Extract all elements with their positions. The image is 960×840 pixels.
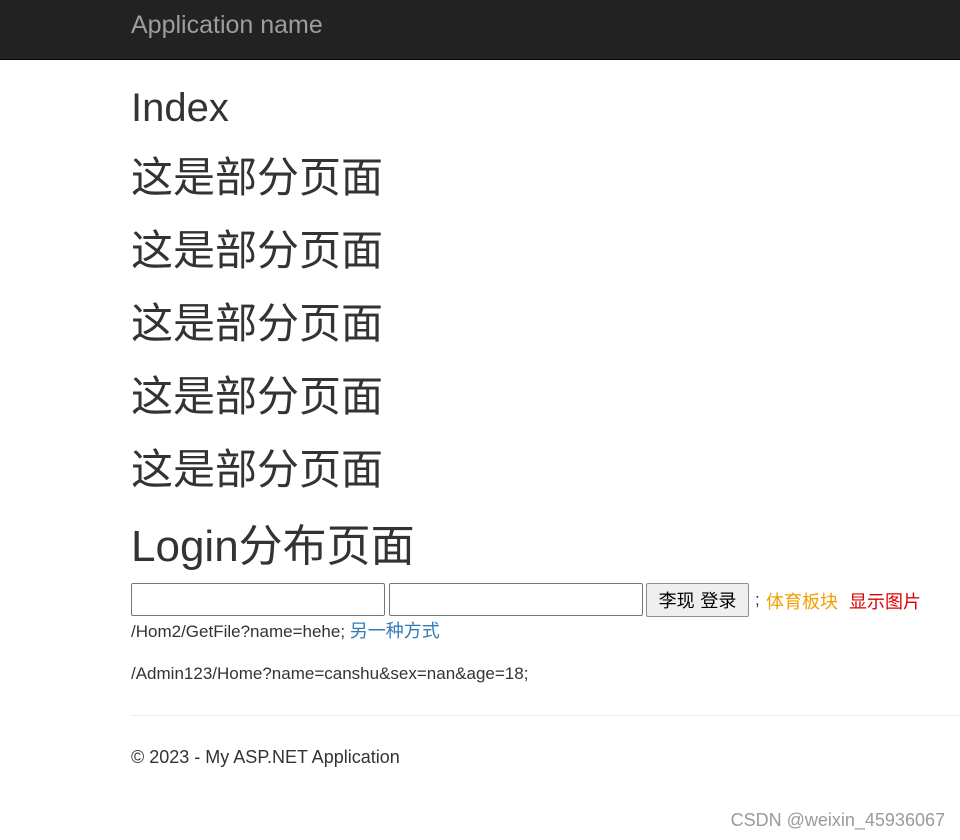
partial-heading: 这是部分页面 [131,446,384,493]
separator-text: ; [755,590,760,609]
watermark-text: CSDN @weixin_45936067 [730,810,945,830]
footer-divider [131,715,960,716]
username-input[interactable] [131,583,385,616]
password-input[interactable] [389,583,643,616]
alternative-method-link[interactable]: 另一种方式 [350,621,440,642]
sports-link[interactable]: 体育板块 [766,588,838,614]
page-title: Index [131,86,229,130]
brand-link[interactable]: Application name [131,11,323,39]
footer-copyright: © 2023 - My ASP.NET Application [131,747,400,767]
admin-url-text: /Admin123/Home?name=canshu&sex=nan&age=1… [131,664,529,683]
login-button[interactable]: 李现 登录 [646,583,749,617]
partial-heading: 这是部分页面 [131,373,384,420]
getfile-url-text: /Hom2/GetFile?name=hehe; [131,622,346,641]
partial-heading: 这是部分页面 [131,154,384,201]
top-navbar: Application name [0,0,960,60]
getfile-url-line: /Hom2/GetFile?name=hehe; 另一种方式 [131,620,440,644]
partial-heading: 这是部分页面 [131,227,384,274]
login-title: Login分布页面 [131,522,415,571]
login-form: 李现 登录 ; 体育板块 显示图片 [131,582,960,618]
show-image-link[interactable]: 显示图片 [849,588,921,614]
partial-heading: 这是部分页面 [131,300,384,347]
